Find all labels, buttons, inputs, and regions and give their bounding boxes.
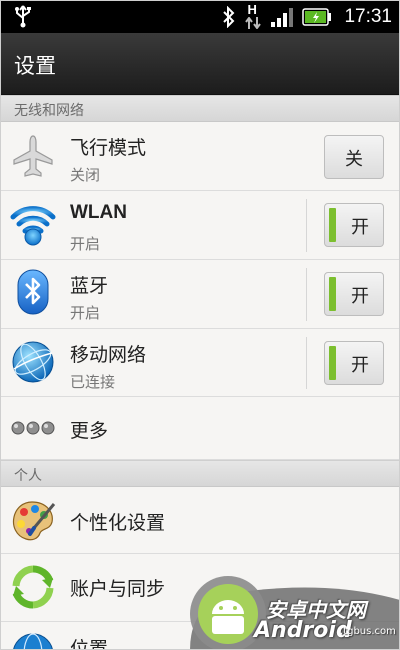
window-border xyxy=(0,0,400,650)
